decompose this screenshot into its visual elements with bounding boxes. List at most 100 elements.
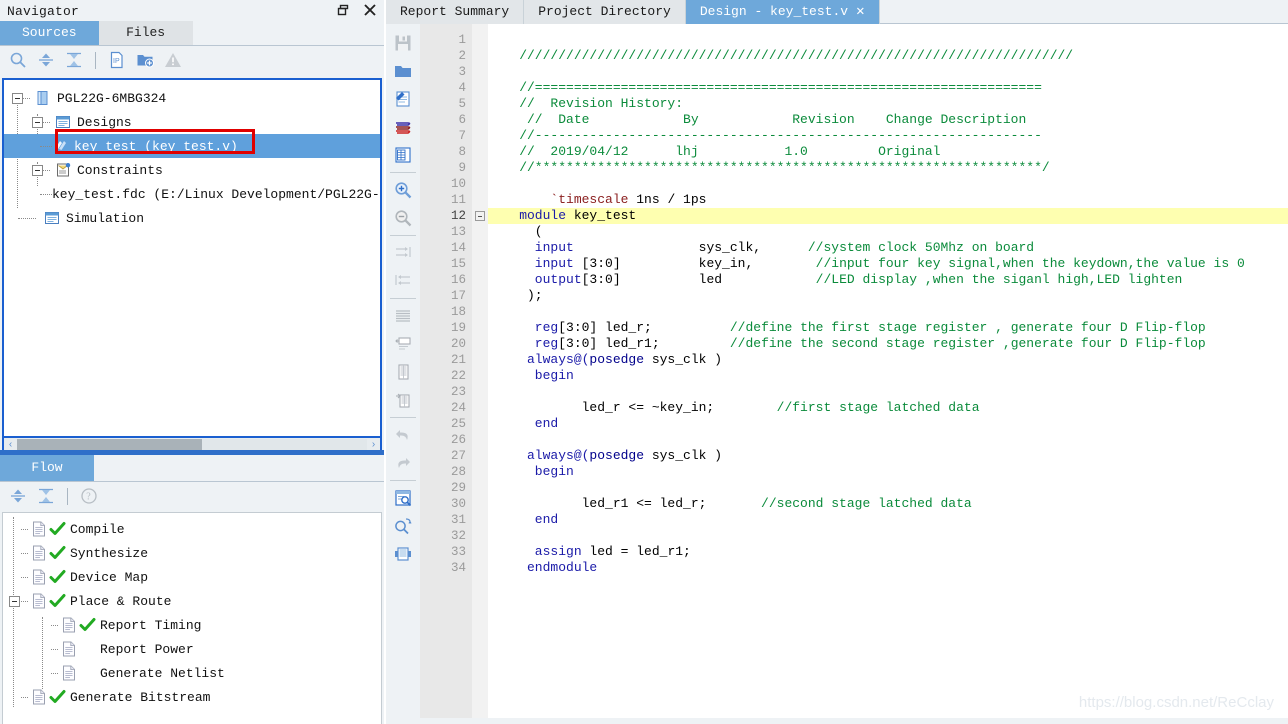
tab-project-directory[interactable]: Project Directory	[524, 0, 686, 24]
collapse-all-icon[interactable]	[33, 484, 59, 508]
tab-flow[interactable]: Flow	[0, 455, 94, 481]
tab-files[interactable]: Files	[98, 21, 193, 45]
restore-icon[interactable]	[336, 2, 352, 18]
expander-place-route[interactable]	[9, 595, 20, 607]
table-icon[interactable]	[388, 141, 418, 169]
tree-item-designs[interactable]: Designs	[4, 110, 380, 134]
expander-designs[interactable]	[32, 116, 43, 128]
tree-item-constraints[interactable]: Constraints	[4, 158, 380, 182]
flow-item-generate-bitstream[interactable]: Generate Bitstream	[3, 685, 381, 709]
flow-item-report-timing[interactable]: Report Timing	[3, 613, 381, 637]
outdent-icon[interactable]	[388, 267, 418, 295]
ip-icon[interactable]: IP	[104, 48, 130, 72]
code-line[interactable]: // Revision History:	[488, 96, 683, 112]
code-editor[interactable]: 1 2 3 4 5 6 7 8 9 10 11 12 13 14 15 16 17 18 19 20 21 22 23 24 2…	[420, 24, 1288, 724]
comment-icon[interactable]	[388, 330, 418, 358]
tab-sources[interactable]: Sources	[0, 21, 99, 45]
flow-item-place-route[interactable]: Place & Route	[3, 589, 381, 613]
code-line[interactable]: reg[3:0] led_r; //define the first stage…	[488, 320, 1206, 336]
find-in-file-icon[interactable]	[388, 484, 418, 512]
code-line[interactable]: led_r1 <= led_r; //second stage latched …	[488, 496, 972, 512]
flow-item-synthesize[interactable]: Synthesize	[3, 541, 381, 565]
navigator-window-buttons	[336, 2, 378, 18]
column-icon[interactable]	[388, 358, 418, 386]
zoom-out-icon[interactable]	[388, 204, 418, 232]
save-icon[interactable]	[388, 29, 418, 57]
sources-tree[interactable]: PGL22G-6MBG324 Designs key_test (key_tes…	[2, 78, 382, 438]
align-icon[interactable]	[388, 302, 418, 330]
scroll-left-arrow[interactable]: ‹	[4, 439, 17, 450]
undo-icon[interactable]	[388, 421, 418, 449]
expander-constraints[interactable]	[32, 164, 43, 176]
code-line[interactable]: ////////////////////////////////////////…	[488, 48, 1073, 64]
scroll-track[interactable]	[17, 439, 367, 450]
flow-item-generate-netlist[interactable]: Generate Netlist	[3, 661, 381, 685]
code-line[interactable]	[488, 32, 496, 48]
print-icon[interactable]	[388, 540, 418, 568]
tab-design-key-test[interactable]: Design - key_test.v ✕	[685, 0, 880, 24]
code-line[interactable]	[488, 304, 496, 320]
code-line[interactable]	[488, 480, 496, 496]
open-folder-icon[interactable]	[388, 57, 418, 85]
code-line[interactable]: //--------------------------------------…	[488, 128, 1042, 144]
add-file-icon[interactable]	[132, 48, 158, 72]
scroll-right-arrow[interactable]: ›	[367, 439, 380, 450]
code-line[interactable]	[488, 432, 496, 448]
code-line[interactable]: begin	[488, 464, 574, 480]
expand-all-icon[interactable]	[33, 48, 59, 72]
code-line[interactable]: output[3:0] led //LED display ,when the …	[488, 272, 1183, 288]
tree-item-device[interactable]: PGL22G-6MBG324	[4, 86, 380, 110]
code-line[interactable]: always@(posedge sys_clk )	[488, 448, 722, 464]
insert-column-icon[interactable]	[388, 386, 418, 414]
zoom-in-icon[interactable]	[388, 176, 418, 204]
tree-item-constraint-file[interactable]: key_test.fdc (E:/Linux Development/PGL22…	[4, 182, 380, 206]
collapse-all-icon[interactable]	[61, 48, 87, 72]
code-line[interactable]	[488, 528, 496, 544]
fold-toggle[interactable]	[475, 211, 485, 221]
search-icon[interactable]	[5, 48, 31, 72]
flow-item-compile[interactable]: Compile	[3, 517, 381, 541]
bookmark-icon[interactable]	[388, 113, 418, 141]
code-line[interactable]: always@(posedge sys_clk )	[488, 352, 722, 368]
tree-item-simulation[interactable]: Simulation	[4, 206, 380, 230]
flow-tree[interactable]: Compile Synthesize Device Map Place & Route…	[2, 512, 382, 724]
warning-icon[interactable]	[160, 48, 186, 72]
edit-file-icon[interactable]	[388, 85, 418, 113]
code-line[interactable]: );	[488, 288, 543, 304]
indent-icon[interactable]	[388, 239, 418, 267]
line-number: 24	[450, 401, 466, 415]
code-line[interactable]: endmodule	[488, 560, 597, 576]
code-line[interactable]: //======================================…	[488, 80, 1042, 96]
code-text-area[interactable]: ////////////////////////////////////////…	[488, 24, 1288, 724]
code-line[interactable]: // 2019/04/12 lhj 1.0 Original	[488, 144, 940, 160]
code-line[interactable]: input sys_clk, //system clock 50Mhz on b…	[488, 240, 1034, 256]
code-line[interactable]: module key_test	[488, 208, 636, 224]
code-line[interactable]: input [3:0] key_in, //input four key sig…	[488, 256, 1245, 272]
code-line[interactable]: // Date By Revision Change Description	[488, 112, 1026, 128]
code-line[interactable]	[488, 384, 496, 400]
tree-item-design-file[interactable]: key_test (key_test.v)	[4, 134, 380, 158]
close-icon[interactable]: ✕	[856, 5, 864, 19]
code-line[interactable]: end	[488, 416, 558, 432]
code-fold-column[interactable]	[472, 24, 488, 724]
code-line[interactable]: assign led = led_r1;	[488, 544, 691, 560]
code-line[interactable]: reg[3:0] led_r1; //define the second sta…	[488, 336, 1206, 352]
find-replace-icon[interactable]	[388, 512, 418, 540]
code-line[interactable]	[488, 176, 496, 192]
code-line[interactable]: begin	[488, 368, 574, 384]
tab-report-summary[interactable]: Report Summary	[386, 0, 525, 24]
code-line[interactable]: `timescale 1ns / 1ps	[488, 192, 706, 208]
scroll-thumb[interactable]	[17, 439, 202, 450]
code-line[interactable]: //**************************************…	[488, 160, 1050, 176]
redo-icon[interactable]	[388, 449, 418, 477]
code-line[interactable]	[488, 64, 496, 80]
help-icon[interactable]: ?	[76, 484, 102, 508]
code-line[interactable]: (	[488, 224, 543, 240]
code-line[interactable]: led_r <= ~key_in; //first stage latched …	[488, 400, 980, 416]
close-icon[interactable]	[362, 2, 378, 18]
flow-item-report-power[interactable]: Report Power	[3, 637, 381, 661]
flow-item-device-map[interactable]: Device Map	[3, 565, 381, 589]
code-line[interactable]: end	[488, 512, 558, 528]
expand-all-icon[interactable]	[5, 484, 31, 508]
expander-device[interactable]	[12, 92, 23, 104]
